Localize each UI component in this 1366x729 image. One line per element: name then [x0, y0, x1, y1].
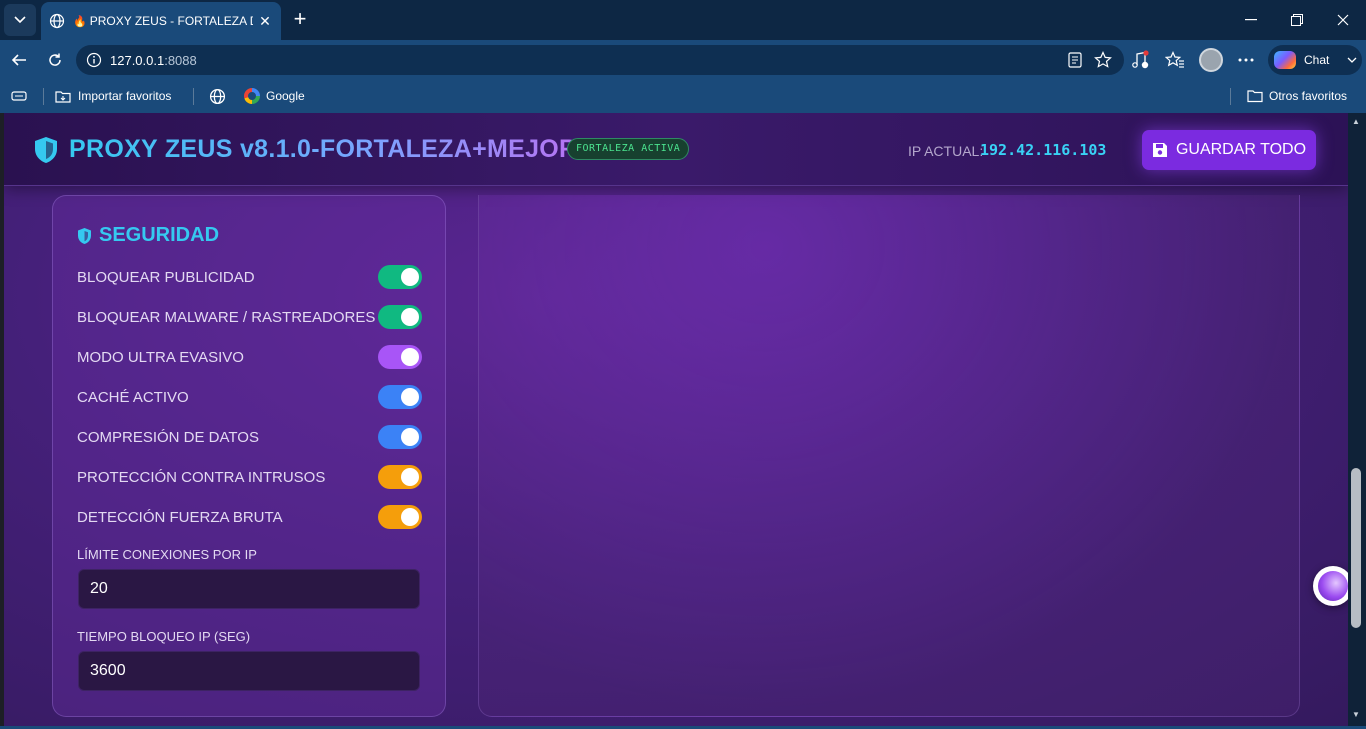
arrow-left-icon — [11, 54, 26, 66]
toggle-switch[interactable] — [378, 385, 422, 409]
toggle-row-block-ads: BLOQUEAR PUBLICIDAD — [77, 265, 422, 289]
google-icon — [244, 88, 260, 104]
star-icon[interactable] — [1089, 46, 1117, 74]
toggle-row-ultra-evasive: MODO ULTRA EVASIVO — [77, 345, 422, 369]
browser-tab-bar: 🔥 PROXY ZEUS - FORTALEZA DE S ✕ + — [0, 0, 1366, 40]
globe-icon — [209, 88, 226, 104]
toggle-label: BLOQUEAR MALWARE / RASTREADORES — [77, 308, 376, 326]
save-all-label: GUARDAR TODO — [1175, 141, 1307, 158]
toggle-label: CACHÉ ACTIVO — [77, 388, 189, 406]
copilot-chat-button[interactable]: Chat — [1268, 45, 1362, 75]
toggle-switch[interactable] — [378, 505, 422, 529]
toggle-switch[interactable] — [378, 345, 422, 369]
toggle-switch[interactable] — [378, 465, 422, 489]
chevron-down-icon — [14, 16, 26, 24]
other-favorites-link[interactable]: Otros favoritos — [1247, 87, 1347, 105]
toggle-row-block-malware: BLOQUEAR MALWARE / RASTREADORES — [77, 305, 422, 329]
ip-label: IP ACTUAL: — [908, 143, 984, 159]
copilot-icon — [1274, 51, 1296, 69]
limit-connections-label: LÍMITE CONEXIONES POR IP — [77, 547, 257, 562]
toggle-label: BLOQUEAR PUBLICIDAD — [77, 268, 255, 286]
save-icon — [1152, 143, 1167, 157]
shield-icon — [35, 137, 57, 163]
toggle-row-intrusion: PROTECCIÓN CONTRA INTRUSOS — [77, 465, 422, 489]
collections-icon[interactable] — [11, 87, 33, 105]
block-time-label: TIEMPO BLOQUEO IP (SEG) — [77, 629, 251, 644]
fire-icon: 🔥 — [73, 15, 87, 28]
favorites-icon[interactable] — [1161, 46, 1189, 74]
globe-bookmark[interactable] — [209, 87, 232, 105]
toggle-switch[interactable] — [378, 425, 422, 449]
app-header: PROXY ZEUS v8.1.0-FORTALEZA+MEJORAS FORT… — [4, 113, 1348, 186]
close-window-icon[interactable] — [1320, 0, 1366, 40]
page-viewport: PROXY ZEUS v8.1.0-FORTALEZA+MEJORAS FORT… — [4, 113, 1348, 726]
scroll-up-icon[interactable]: ▲ — [1352, 117, 1360, 126]
floating-assistant-button[interactable] — [1313, 566, 1353, 606]
other-favorites-label: Otros favoritos — [1269, 89, 1348, 103]
page-scrollbar[interactable]: ▲ ▼ — [1348, 113, 1366, 726]
block-time-input[interactable]: 3600 — [78, 651, 420, 691]
site-info-icon[interactable] — [86, 52, 102, 68]
tab-title: PROXY ZEUS - FORTALEZA DE S — [89, 14, 253, 28]
url-host: 127.0.0.1 — [110, 52, 165, 68]
scrollbar-thumb[interactable] — [1351, 468, 1361, 628]
google-label: Google — [266, 89, 305, 103]
folder-icon — [1247, 90, 1263, 103]
ip-value: 192.42.116.103 — [980, 141, 1107, 159]
back-button[interactable] — [3, 44, 35, 76]
toggle-switch[interactable] — [378, 305, 422, 329]
security-card: SEGURIDAD BLOQUEAR PUBLICIDAD BLOQUEAR M… — [52, 195, 446, 717]
profile-avatar[interactable] — [1199, 48, 1223, 72]
reading-view-icon[interactable] — [1061, 46, 1089, 74]
address-bar[interactable]: 127.0.0.1:8088 — [76, 45, 1124, 75]
limit-connections-input[interactable]: 20 — [78, 569, 420, 609]
media-control-icon[interactable] — [1126, 46, 1154, 74]
tab-close-icon[interactable]: ✕ — [257, 13, 273, 30]
toggle-label: DETECCIÓN FUERZA BRUTA — [77, 508, 283, 526]
save-all-button[interactable]: GUARDAR TODO — [1142, 130, 1316, 170]
bookmarks-bar: Importar favoritos Google Otros favorito… — [0, 80, 1366, 113]
globe-icon — [49, 13, 65, 29]
toggle-row-compression: COMPRESIÓN DE DATOS — [77, 425, 422, 449]
more-options-icon[interactable] — [1232, 46, 1260, 74]
reload-icon — [49, 53, 61, 66]
toggle-label: MODO ULTRA EVASIVO — [77, 348, 244, 366]
minimize-icon[interactable] — [1228, 0, 1274, 40]
toggle-switch[interactable] — [378, 265, 422, 289]
restore-icon[interactable] — [1274, 0, 1320, 40]
reload-button[interactable] — [39, 44, 71, 76]
import-favorites-label: Importar favoritos — [78, 89, 172, 103]
import-favorites-link[interactable]: Importar favoritos — [55, 87, 171, 105]
google-bookmark[interactable]: Google — [244, 87, 305, 105]
assistant-icon — [1318, 571, 1348, 601]
security-title: SEGURIDAD — [77, 224, 219, 247]
toggle-row-cache: CACHÉ ACTIVO — [77, 385, 422, 409]
toggle-row-brute-force: DETECCIÓN FUERZA BRUTA — [77, 505, 422, 529]
import-folder-icon — [55, 90, 71, 103]
shield-icon — [78, 227, 91, 244]
chevron-down-icon — [1347, 57, 1357, 63]
app-title: PROXY ZEUS v8.1.0-FORTALEZA+MEJORAS — [69, 135, 613, 163]
new-tab-button[interactable]: + — [286, 6, 314, 34]
browser-tab-active[interactable]: 🔥 PROXY ZEUS - FORTALEZA DE S ✕ — [41, 2, 281, 40]
tab-actions-menu[interactable] — [4, 4, 36, 36]
status-badge: FORTALEZA ACTIVA — [567, 138, 690, 160]
security-title-label: SEGURIDAD — [99, 224, 220, 246]
scroll-down-icon[interactable]: ▼ — [1352, 710, 1360, 719]
toggle-label: PROTECCIÓN CONTRA INTRUSOS — [77, 468, 326, 486]
content-panel — [478, 195, 1300, 717]
url-port: :8088 — [164, 52, 197, 68]
chat-label: Chat — [1304, 53, 1330, 67]
toggle-label: COMPRESIÓN DE DATOS — [77, 428, 259, 446]
